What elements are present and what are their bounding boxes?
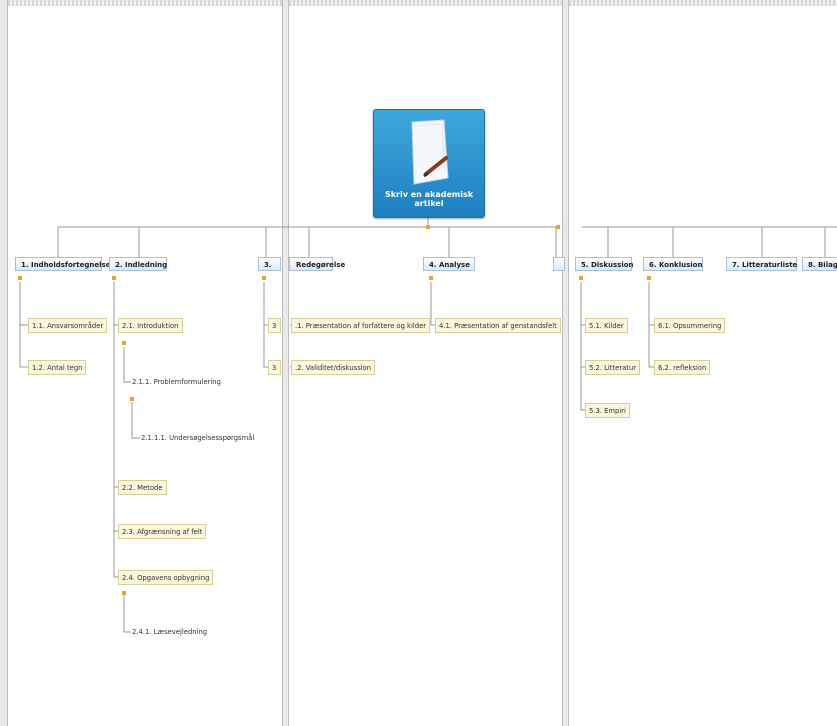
subtopic-5-2[interactable]: 5.2. Litteratur [585, 360, 641, 375]
subtopic-2-4-1[interactable]: 2.4.1. Læsevejledning [132, 626, 207, 638]
subtopic-6-1[interactable]: 6.1. Opsummering [654, 318, 726, 333]
subtopic-4-1[interactable]: 4.1. Præsentation af genstandsfelt [435, 318, 561, 333]
subtopic-5-1[interactable]: 5.1. Kilder [585, 318, 628, 333]
topic-flag-icon [579, 276, 583, 280]
subtopic-6-2[interactable]: 6.2. refleksion [654, 360, 711, 375]
topic-flag-icon [112, 276, 116, 280]
central-topic-label: Skriv en akademisk artikel [384, 190, 474, 208]
central-topic[interactable]: Skriv en akademisk artikel [373, 109, 485, 218]
topic-flag-icon [429, 276, 433, 280]
topic-flag-icon [262, 276, 266, 280]
topic-4-analyse[interactable]: 4. Analyse [423, 257, 475, 271]
subtopic-3-1[interactable]: .1. Præsentation af forfattere og kilder [291, 318, 431, 333]
topic-6-konklusion[interactable]: 6. Konklusion [643, 257, 703, 271]
topic-1-indholdsfortegnelse[interactable]: 1. Indholdsfortegnelse [15, 257, 110, 271]
subtopic-2-1-1[interactable]: 2.1.1. Problemformulering [132, 376, 221, 388]
topic-3-redegoerelse[interactable]: Redegørelse [289, 257, 345, 271]
subtopic-flag-icon [130, 397, 134, 401]
topic-3[interactable]: 3. [258, 257, 281, 271]
subtopic-2-1[interactable]: 2.1. Introduktion [118, 318, 183, 333]
subtopic-2-4[interactable]: 2.4. Opgavens opbygning [118, 570, 214, 585]
subtopic-3-1-partial[interactable]: 3 [268, 318, 281, 333]
bus-marker-icon [556, 225, 560, 229]
subtopic-5-3[interactable]: 5.3. Empiri [585, 403, 630, 418]
subtopic-1-2[interactable]: 1.2. Antal tegn [28, 360, 87, 375]
topic-7-litteraturliste[interactable]: 7. Litteraturliste [726, 257, 797, 271]
subtopic-3-2[interactable]: .2. Validitet/diskussion [291, 360, 376, 375]
document-pen-icon [411, 119, 449, 185]
subtopic-2-3[interactable]: 2.3. Afgrænsning af felt [118, 524, 207, 539]
subtopic-flag-icon [122, 341, 126, 345]
topic-5-partial[interactable] [553, 257, 565, 271]
subtopic-flag-icon [122, 591, 126, 595]
subtopic-2-2[interactable]: 2.2. Metode [118, 480, 167, 495]
subtopic-2-1-1-1[interactable]: 2.1.1.1. Undersøgelsesspørgsmål [141, 432, 254, 444]
topic-8-bilag[interactable]: 8. Bilag [802, 257, 837, 271]
subtopic-1-1[interactable]: 1.1. Ansvarsområder [28, 318, 108, 333]
topic-flag-icon [647, 276, 651, 280]
bus-marker-icon [426, 225, 430, 229]
topic-2-indledning[interactable]: 2. Indledning [109, 257, 167, 271]
subtopic-3-2-partial[interactable]: 3 [268, 360, 281, 375]
topic-5-diskussion[interactable]: 5. Diskussion [575, 257, 634, 271]
topic-flag-icon [18, 276, 22, 280]
